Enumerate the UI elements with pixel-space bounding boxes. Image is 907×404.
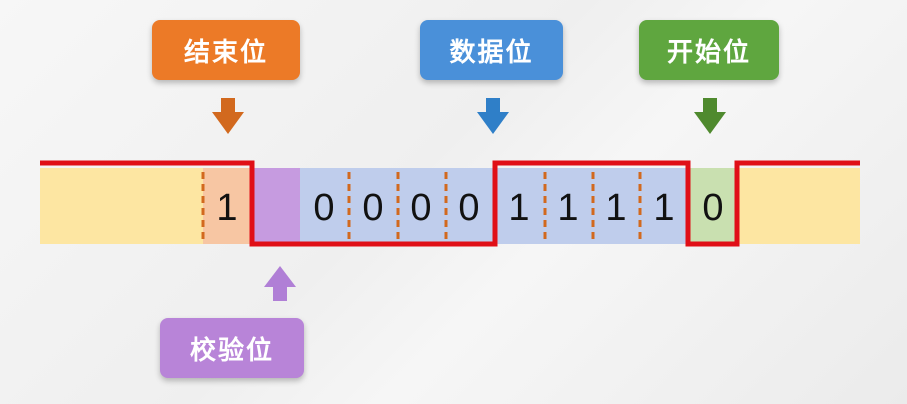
parity-arrow-icon	[264, 266, 296, 301]
data-bit-value: 1	[605, 187, 626, 229]
data-bit-value: 1	[557, 187, 578, 229]
stop-arrow-icon	[212, 98, 244, 134]
parity-bit-cell	[252, 168, 300, 244]
stop-bit-value: 1	[216, 187, 237, 229]
data-bit-value: 1	[653, 187, 674, 229]
data-arrow-icon	[477, 98, 509, 134]
idle-right-cell	[738, 168, 860, 244]
data-bit-value: 0	[362, 187, 383, 229]
start-arrow-icon	[694, 98, 726, 134]
data-bit-value: 0	[458, 187, 479, 229]
start-bit-value: 0	[702, 187, 723, 229]
data-bit-value: 0	[313, 187, 334, 229]
idle-left-cell	[40, 168, 203, 244]
data-bit-value: 1	[508, 187, 529, 229]
serial-frame-diagram: 1 0 0 0 0 1 1 1 1 0	[40, 98, 860, 301]
data-bit-value: 0	[410, 187, 431, 229]
